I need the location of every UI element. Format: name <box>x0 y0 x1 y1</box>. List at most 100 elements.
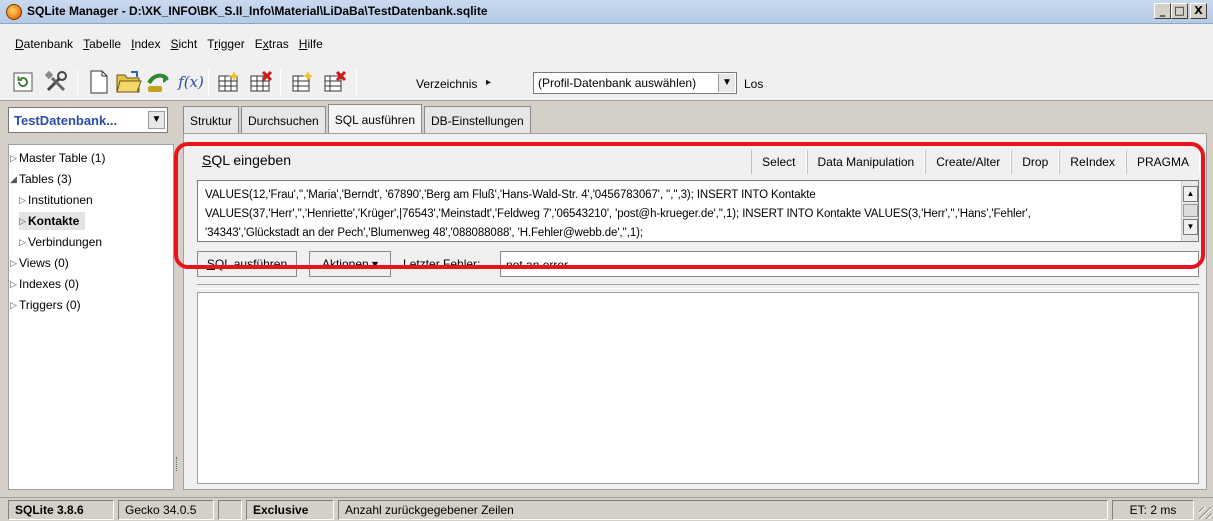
sql-text[interactable]: VALUES(12,'Frau','','Maria','Berndt', '6… <box>205 186 1173 243</box>
tree-item-verbindungen[interactable]: ▷ Verbindungen <box>19 233 108 251</box>
sql-input-heading: SQL eingeben <box>202 152 292 168</box>
menu-item-trigger[interactable]: Trigger <box>202 37 250 51</box>
tree-item-label: Indexes (0) <box>19 277 80 291</box>
schema-tree: ▷ Master Table (1) ◢ Tables (3) ▷ Institution… <box>8 144 174 490</box>
tree-collapsed-icon[interactable]: ▷ <box>10 153 19 164</box>
tree-item-tables[interactable]: ◢ Tables (3) <box>10 170 78 188</box>
menu-bar: Datenbank Tabelle Index Sicht Trigger Extras H… <box>0 24 1213 63</box>
sidebar: TestDatenbank... ▼ ▷ Master Table (1) ◢ Tab… <box>8 102 174 490</box>
tree-collapsed-icon[interactable]: ▷ <box>10 258 19 269</box>
results-splitter[interactable] <box>197 284 1199 289</box>
scroll-up-icon[interactable]: ▲ <box>1183 186 1198 202</box>
elapsed-time: ET: 2 ms <box>1112 500 1194 520</box>
gecko-version: Gecko 34.0.5 <box>118 500 214 520</box>
tree-collapsed-icon[interactable]: ▷ <box>19 237 28 248</box>
results-area[interactable] <box>197 292 1199 484</box>
sql-action-row: S QL ausführen Aktionen ▾ Letzter Fehler:… <box>197 251 1199 277</box>
sql-scrollbar[interactable]: ▲ ▼ <box>1181 181 1198 241</box>
locking-mode: Exclusive <box>246 500 334 520</box>
settings-tools-icon[interactable] <box>41 67 71 97</box>
tab-bar: Struktur Durchsuchen SQL ausführen DB-Einst… <box>183 104 533 134</box>
tree-item-indexes[interactable]: ▷ Indexes (0) <box>10 275 85 293</box>
close-button[interactable]: X <box>1190 3 1207 19</box>
firefox-app-icon <box>6 4 22 20</box>
last-error-field: not an error <box>500 251 1199 277</box>
tree-item-triggers[interactable]: ▷ Triggers (0) <box>10 296 87 314</box>
attach-database-icon[interactable] <box>144 67 174 97</box>
splitter-grip-icon[interactable] <box>176 457 179 471</box>
menu-item-extras[interactable]: Extras <box>250 37 294 51</box>
profile-database-value: (Profil-Datenbank auswählen) <box>538 76 697 90</box>
refresh-icon[interactable] <box>8 67 38 97</box>
toolbar: f(x) Verzeichnis ▸ (Profil-Datenbank aus… <box>0 63 1213 101</box>
menu-item-hilfe[interactable]: Hilfe <box>294 37 328 51</box>
chevron-down-icon[interactable]: ▼ <box>718 74 735 92</box>
tree-item-label: Views (0) <box>19 256 69 270</box>
last-error-value: not an error <box>506 258 569 272</box>
function-icon[interactable]: f(x) <box>176 67 206 97</box>
actions-button[interactable]: Aktionen ▾ <box>309 251 391 277</box>
tree-expanded-icon[interactable]: ◢ <box>10 174 19 185</box>
profile-database-select[interactable]: (Profil-Datenbank auswählen) ▼ <box>533 72 737 94</box>
title-bar: SQLite Manager - D:\XK_INFO\BK_S.II_Info… <box>0 0 1213 24</box>
sql-category-pragma[interactable]: PRAGMA <box>1125 150 1200 174</box>
tree-item-label: Tables (3) <box>19 172 72 186</box>
new-database-icon[interactable] <box>84 67 114 97</box>
sql-category-select[interactable]: Select <box>751 150 807 174</box>
tree-item-label: Institutionen <box>28 193 93 207</box>
tree-collapsed-icon[interactable]: ▷ <box>19 216 28 227</box>
sql-category-drop[interactable]: Drop <box>1011 150 1060 174</box>
scroll-down-icon[interactable]: ▼ <box>1183 219 1198 235</box>
menu-item-index[interactable]: Index <box>126 37 165 51</box>
last-error-label: Letzter Fehler: <box>403 257 481 271</box>
sql-category-create-alter[interactable]: Create/Alter <box>925 150 1012 174</box>
status-empty-cell <box>218 500 242 520</box>
status-bar: SQLite 3.8.6 Gecko 34.0.5 Exclusive Anza… <box>0 497 1213 521</box>
tree-collapsed-icon[interactable]: ▷ <box>10 300 19 311</box>
open-database-icon[interactable] <box>114 67 144 97</box>
panel-splitter[interactable] <box>175 102 181 490</box>
minimize-button[interactable]: _ <box>1154 3 1171 19</box>
scroll-thumb[interactable] <box>1183 204 1198 217</box>
tree-item-institutionen[interactable]: ▷ Institutionen <box>19 191 99 209</box>
menu-item-tabelle[interactable]: Tabelle <box>78 37 126 51</box>
go-button[interactable]: Los <box>744 77 763 91</box>
tree-item-label: Kontakte <box>28 214 80 228</box>
create-index-icon[interactable] <box>288 67 318 97</box>
directory-arrow-icon[interactable]: ▸ <box>486 77 491 88</box>
tree-collapsed-icon[interactable]: ▷ <box>10 279 19 290</box>
tree-item-label: Verbindungen <box>28 235 103 249</box>
menu-item-datenbank[interactable]: Datenbank <box>10 37 78 51</box>
sql-category-reindex[interactable]: ReIndex <box>1059 150 1126 174</box>
drop-table-icon[interactable] <box>246 67 276 97</box>
database-select[interactable]: TestDatenbank... ▼ <box>8 107 168 133</box>
create-table-icon[interactable] <box>214 67 244 97</box>
execute-sql-button[interactable]: S QL ausführen <box>197 251 297 277</box>
database-select-value: TestDatenbank... <box>14 113 118 128</box>
directory-label[interactable]: Verzeichnis <box>416 77 477 91</box>
tab-sql-ausführen[interactable]: SQL ausführen <box>327 104 423 134</box>
tree-item-label: Master Table (1) <box>19 151 106 165</box>
menu-item-sicht[interactable]: Sicht <box>165 37 202 51</box>
window-controls: _ □ X <box>1154 3 1207 19</box>
resize-grip-icon[interactable] <box>1199 507 1211 519</box>
tree-item-views[interactable]: ▷ Views (0) <box>10 254 75 272</box>
tree-item-kontakte[interactable]: ▷ Kontakte <box>19 212 86 230</box>
window-title: SQLite Manager - D:\XK_INFO\BK_S.II_Info… <box>27 4 488 18</box>
maximize-button[interactable]: □ <box>1171 3 1188 19</box>
tab-durchsuchen[interactable]: Durchsuchen <box>241 106 326 134</box>
tab-struktur[interactable]: Struktur <box>183 106 240 134</box>
sql-editor[interactable]: VALUES(12,'Frau','','Maria','Berndt', '6… <box>197 180 1199 242</box>
tree-collapsed-icon[interactable]: ▷ <box>19 195 28 206</box>
splitter-grip-icon[interactable] <box>176 232 179 246</box>
status-message: Anzahl zurückgegebener Zeilen <box>338 500 1108 520</box>
tree-item-master-table[interactable]: ▷ Master Table (1) <box>10 149 111 167</box>
drop-index-icon[interactable] <box>320 67 350 97</box>
chevron-down-icon[interactable]: ▼ <box>148 111 165 129</box>
sql-category-data-manipulation[interactable]: Data Manipulation <box>806 150 926 174</box>
sql-category-tabs: Select Data Manipulation Create/Alter Drop R… <box>751 150 1200 176</box>
tree-item-label: Triggers (0) <box>19 298 81 312</box>
tab-db-einstellungen[interactable]: DB-Einstellungen <box>424 106 531 134</box>
sql-panel: SQL eingeben Select Data Manipulation Crea… <box>183 133 1207 490</box>
menu-list: Datenbank Tabelle Index Sicht Trigger Extras H… <box>10 37 328 51</box>
